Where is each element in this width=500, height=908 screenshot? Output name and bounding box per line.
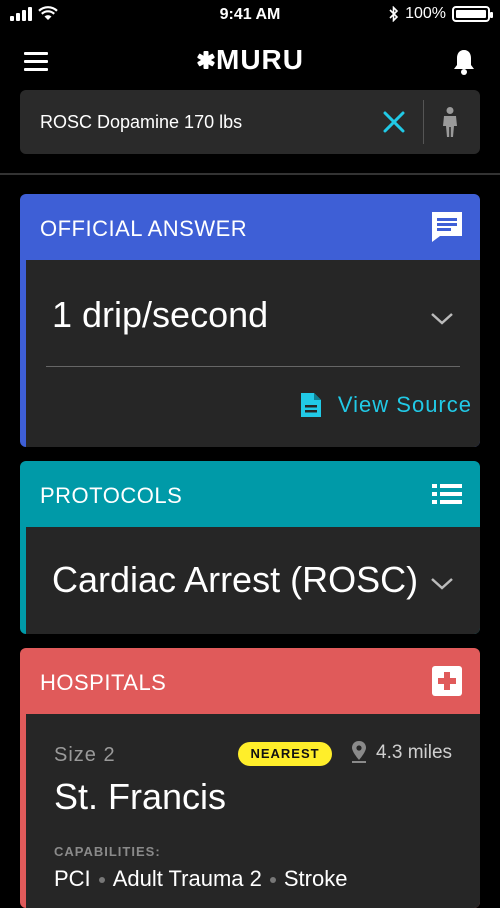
- protocols-card: PROTOCOLS Cardiac Arrest (ROSC): [20, 461, 480, 634]
- hospital-distance: 4.3 miles: [376, 742, 453, 763]
- medical-cross-icon: [432, 666, 462, 696]
- battery-icon: [452, 6, 493, 22]
- status-right: 100%: [389, 5, 493, 23]
- separator-dot: [269, 877, 276, 884]
- protocols-header[interactable]: PROTOCOLS: [20, 461, 480, 527]
- header-divider: [0, 173, 500, 175]
- answer-value: 1 drip/second: [52, 294, 269, 335]
- list-icon: [432, 484, 462, 504]
- view-source-label: View Source: [337, 392, 472, 417]
- search-bar[interactable]: ROSC Dopamine 170 lbs: [20, 90, 480, 154]
- star-of-life-icon: [197, 51, 215, 69]
- document-icon: [300, 393, 321, 417]
- separator-dot: [98, 877, 105, 884]
- chat-icon: [432, 212, 462, 242]
- official-answer-card: OFFICIAL ANSWER 1 drip/second View Sourc…: [20, 194, 480, 447]
- capabilities-list: PCI Adult Trauma 2 Stroke: [54, 866, 347, 892]
- close-icon[interactable]: [380, 108, 408, 136]
- official-answer-title: OFFICIAL ANSWER: [40, 216, 248, 241]
- official-answer-body: 1 drip/second View Source: [26, 260, 480, 447]
- hospitals-header[interactable]: HOSPITALS: [20, 648, 480, 714]
- bell-icon[interactable]: [452, 48, 476, 76]
- nearest-badge: NEAREST: [238, 742, 332, 766]
- brand-name: MURU: [216, 44, 304, 75]
- hospitals-card: HOSPITALS Size 2 NEAREST 4.3 miles St. F…: [20, 648, 480, 908]
- capability-item: PCI: [54, 866, 91, 891]
- chevron-down-icon[interactable]: [430, 577, 454, 591]
- bluetooth-icon: [389, 6, 399, 22]
- view-source-link[interactable]: View Source: [300, 392, 472, 418]
- capability-item: Adult Trauma 2: [112, 866, 262, 891]
- person-icon[interactable]: [436, 106, 464, 138]
- answer-divider: [46, 366, 460, 367]
- official-answer-header[interactable]: OFFICIAL ANSWER: [20, 194, 480, 260]
- chevron-down-icon[interactable]: [430, 312, 454, 326]
- hospitals-title: HOSPITALS: [40, 670, 167, 695]
- hospital-name: St. Francis: [54, 776, 227, 817]
- capabilities-label: CAPABILITIES:: [54, 844, 161, 859]
- protocols-title: PROTOCOLS: [40, 483, 183, 508]
- protocols-body[interactable]: Cardiac Arrest (ROSC): [26, 527, 480, 634]
- status-bar: 9:41 AM 100%: [0, 0, 500, 32]
- search-query[interactable]: ROSC Dopamine 170 lbs: [40, 112, 242, 133]
- search-divider: [423, 100, 424, 144]
- location-pin-icon: [352, 741, 366, 763]
- protocol-name: Cardiac Arrest (ROSC): [52, 559, 419, 600]
- top-navbar: MURU: [0, 40, 500, 84]
- app-logo: MURU: [0, 44, 500, 76]
- hospital-size: Size 2: [54, 744, 116, 766]
- capability-item: Stroke: [283, 866, 348, 891]
- hospital-item[interactable]: Size 2 NEAREST 4.3 miles St. Francis CAP…: [26, 714, 480, 908]
- battery-percent: 100%: [405, 5, 446, 22]
